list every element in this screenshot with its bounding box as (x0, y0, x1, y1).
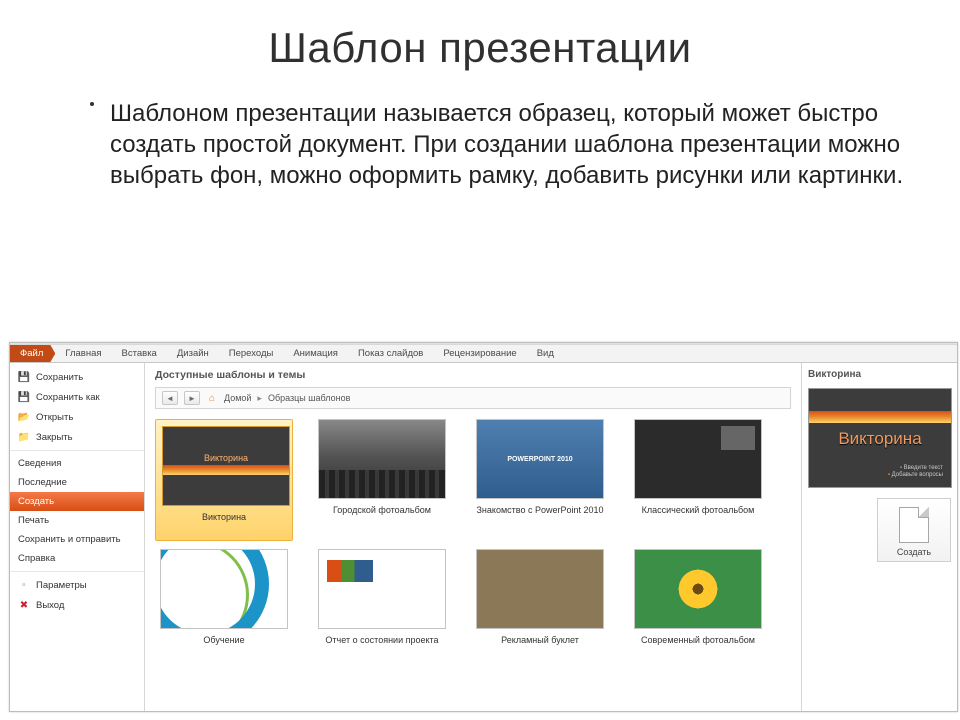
menu-help-label: Справка (18, 553, 55, 564)
create-button[interactable]: Создать (877, 498, 951, 562)
breadcrumb-forward-button[interactable]: ► (184, 391, 200, 405)
menu-save[interactable]: 💾 Сохранить (10, 367, 144, 387)
template-label: Знакомство с PowerPoint 2010 (471, 505, 609, 527)
template-item-training[interactable]: Обучение (155, 549, 293, 657)
menu-open[interactable]: 📂 Открыть (10, 407, 144, 427)
template-label: Современный фотоальбом (629, 635, 767, 657)
preview-panel: Викторина Викторина Введите текст Добавь… (801, 363, 957, 711)
menu-info-label: Сведения (18, 458, 61, 469)
menu-print[interactable]: Печать (10, 511, 144, 530)
save-icon: 💾 (18, 371, 30, 383)
options-icon: ▫️ (18, 579, 30, 591)
menu-separator (10, 571, 144, 572)
menu-recent[interactable]: Последние (10, 473, 144, 492)
tab-slideshow[interactable]: Показ слайдов (348, 345, 433, 362)
template-label: Викторина (162, 512, 286, 534)
preview-title: Викторина (808, 369, 951, 380)
template-label: Городской фотоальбом (313, 505, 451, 527)
slide-title: Шаблон презентации (0, 0, 960, 80)
create-button-label: Создать (882, 547, 946, 557)
menu-help[interactable]: Справка (10, 549, 144, 568)
tab-home[interactable]: Главная (55, 345, 111, 362)
preview-slide-title: Викторина (809, 429, 951, 449)
breadcrumb-current: Образцы шаблонов (268, 393, 350, 403)
menu-new[interactable]: Создать (10, 492, 144, 511)
menu-recent-label: Последние (18, 477, 67, 488)
menu-exit[interactable]: ✖ Выход (10, 595, 144, 615)
template-item-viktorina[interactable]: Викторина Викторина (155, 419, 293, 541)
breadcrumb: ◄ ► ⌂ Домой ▸ Образцы шаблонов (155, 387, 791, 409)
tab-review[interactable]: Рецензирование (433, 345, 526, 362)
template-thumb-text: Викторина (163, 453, 289, 463)
menu-close[interactable]: 📁 Закрыть (10, 427, 144, 447)
chevron-right-icon: ▸ (257, 393, 262, 404)
menu-print-label: Печать (18, 515, 49, 526)
breadcrumb-home[interactable]: Домой (224, 393, 251, 403)
file-menu: 💾 Сохранить 💾 Сохранить как 📂 Открыть 📁 … (10, 363, 145, 711)
menu-share-label: Сохранить и отправить (18, 534, 121, 545)
ribbon-tabs: Файл Главная Вставка Дизайн Переходы Ани… (10, 345, 957, 363)
templates-panel: Доступные шаблоны и темы ◄ ► ⌂ Домой ▸ О… (145, 363, 801, 711)
template-thumb: POWERPOINT 2010 (476, 419, 604, 499)
templates-grid: Викторина Викторина Городской фотоальбом… (155, 419, 791, 657)
menu-open-label: Открыть (36, 412, 73, 423)
menu-info[interactable]: Сведения (10, 454, 144, 473)
menu-close-label: Закрыть (36, 432, 73, 443)
template-label: Обучение (155, 635, 293, 657)
menu-share[interactable]: Сохранить и отправить (10, 530, 144, 549)
template-item-classic-album[interactable]: Классический фотоальбом (629, 419, 767, 541)
template-item-ppt-intro[interactable]: POWERPOINT 2010 Знакомство с PowerPoint … (471, 419, 609, 541)
preview-slide-subtext: Введите текст Добавьте вопросы (888, 465, 943, 479)
tab-transitions[interactable]: Переходы (219, 345, 284, 362)
exit-icon: ✖ (18, 599, 30, 611)
sunflower-icon (677, 568, 719, 610)
template-thumb (476, 549, 604, 629)
document-icon (899, 507, 929, 543)
template-thumb: Викторина (162, 426, 290, 506)
slide-body-text: Шаблоном презентации называется образец,… (110, 100, 903, 189)
template-item-city-album[interactable]: Городской фотоальбом (313, 419, 451, 541)
home-icon[interactable]: ⌂ (206, 392, 218, 404)
backstage: 💾 Сохранить 💾 Сохранить как 📂 Открыть 📁 … (10, 363, 957, 711)
template-thumb (634, 549, 762, 629)
template-item-status-report[interactable]: Отчет о состоянии проекта (313, 549, 451, 657)
powerpoint-backstage-window: Файл Главная Вставка Дизайн Переходы Ани… (9, 342, 958, 712)
menu-save-as-label: Сохранить как (36, 392, 100, 403)
template-item-modern-album[interactable]: Современный фотоальбом (629, 549, 767, 657)
tab-design[interactable]: Дизайн (167, 345, 219, 362)
menu-separator (10, 450, 144, 451)
template-thumb (318, 419, 446, 499)
menu-save-label: Сохранить (36, 372, 83, 383)
slide-body: Шаблоном презентации называется образец,… (0, 80, 960, 192)
close-icon: 📁 (18, 431, 30, 443)
preview-slide: Викторина Введите текст Добавьте вопросы (808, 388, 952, 488)
tab-file[interactable]: Файл (10, 345, 55, 362)
save-as-icon: 💾 (18, 391, 30, 403)
template-label: Рекламный буклет (471, 635, 609, 657)
breadcrumb-back-button[interactable]: ◄ (162, 391, 178, 405)
template-thumb-text: POWERPOINT 2010 (507, 456, 572, 463)
menu-options-label: Параметры (36, 580, 87, 591)
menu-save-as[interactable]: 💾 Сохранить как (10, 387, 144, 407)
template-thumb (160, 549, 288, 629)
template-thumb (318, 549, 446, 629)
template-label: Классический фотоальбом (629, 505, 767, 527)
template-item-brochure[interactable]: Рекламный буклет (471, 549, 609, 657)
menu-options[interactable]: ▫️ Параметры (10, 575, 144, 595)
template-thumb (634, 419, 762, 499)
open-icon: 📂 (18, 411, 30, 423)
tab-view[interactable]: Вид (527, 345, 564, 362)
tab-animation[interactable]: Анимация (283, 345, 348, 362)
bullet-icon (90, 102, 94, 106)
preview-sub-line: Добавьте вопросы (888, 472, 943, 478)
template-label: Отчет о состоянии проекта (313, 635, 451, 657)
tab-insert[interactable]: Вставка (112, 345, 167, 362)
preview-sub-line: Введите текст (900, 465, 943, 471)
section-title: Доступные шаблоны и темы (155, 369, 791, 381)
menu-exit-label: Выход (36, 600, 64, 611)
menu-new-label: Создать (18, 496, 54, 507)
